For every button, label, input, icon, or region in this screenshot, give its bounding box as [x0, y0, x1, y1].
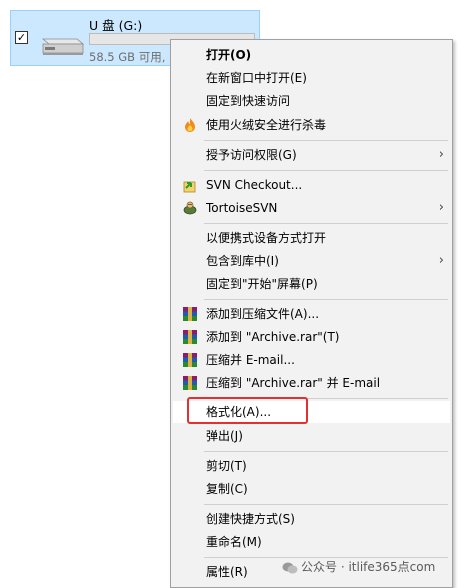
- submenu-arrow-icon: ›: [438, 200, 444, 215]
- menu-item-add-archive[interactable]: 添加到压缩文件(A)...: [173, 303, 450, 325]
- menu-item-eject[interactable]: 弹出(J): [173, 425, 450, 447]
- format-highlight-box: [187, 397, 308, 424]
- menu-item-grant-access[interactable]: 授予访问权限(G) ›: [173, 144, 450, 166]
- menu-separator: [204, 140, 448, 141]
- winrar-icon: [183, 330, 197, 344]
- menu-item-pin-quick-access[interactable]: 固定到快速访问: [173, 90, 450, 112]
- menu-item-open-portable[interactable]: 以便携式设备方式打开: [173, 227, 450, 249]
- tortoise-svn-icon: [183, 201, 197, 215]
- wechat-icon: [282, 562, 298, 573]
- menu-item-include-library[interactable]: 包含到库中(I) ›: [173, 250, 450, 272]
- menu-item-huorong-scan[interactable]: 使用火绒安全进行杀毒: [173, 114, 450, 136]
- menu-separator: [204, 223, 448, 224]
- menu-item-compress-rar-email[interactable]: 压缩到 "Archive.rar" 并 E-mail: [173, 372, 450, 394]
- menu-item-svn-checkout[interactable]: SVN Checkout...: [173, 174, 450, 196]
- watermark: 公众号 · itlife365点com: [282, 558, 435, 575]
- menu-separator: [204, 299, 448, 300]
- usb-drive-icon: [41, 38, 85, 55]
- submenu-arrow-icon: ›: [438, 253, 444, 268]
- menu-separator: [204, 170, 448, 171]
- menu-item-pin-start[interactable]: 固定到"开始"屏幕(P): [173, 273, 450, 295]
- winrar-icon: [183, 307, 197, 321]
- submenu-arrow-icon: ›: [438, 147, 444, 162]
- winrar-icon: [183, 376, 197, 390]
- context-menu: 打开(O) 在新窗口中打开(E) 固定到快速访问 使用火绒安全进行杀毒 授予访问…: [170, 39, 453, 588]
- menu-item-cut[interactable]: 剪切(T): [173, 455, 450, 477]
- svn-checkout-icon: [183, 181, 196, 193]
- item-checkbox[interactable]: ✓: [15, 31, 28, 44]
- drive-free-space: 58.5 GB 可用,: [89, 50, 166, 64]
- drive-name: U 盘 (G:): [89, 18, 143, 33]
- menu-item-add-archive-rar[interactable]: 添加到 "Archive.rar"(T): [173, 326, 450, 348]
- menu-item-copy[interactable]: 复制(C): [173, 478, 450, 500]
- menu-item-create-shortcut[interactable]: 创建快捷方式(S): [173, 508, 450, 530]
- menu-separator: [204, 504, 448, 505]
- menu-item-tortoise-svn[interactable]: TortoiseSVN ›: [173, 197, 450, 219]
- winrar-icon: [183, 353, 197, 367]
- huorong-flame-icon: [185, 118, 195, 132]
- menu-item-open-new-window[interactable]: 在新窗口中打开(E): [173, 67, 450, 89]
- menu-item-compress-email[interactable]: 压缩并 E-mail...: [173, 349, 450, 371]
- menu-separator: [204, 451, 448, 452]
- menu-item-rename[interactable]: 重命名(M): [173, 531, 450, 553]
- menu-item-open[interactable]: 打开(O): [173, 44, 450, 66]
